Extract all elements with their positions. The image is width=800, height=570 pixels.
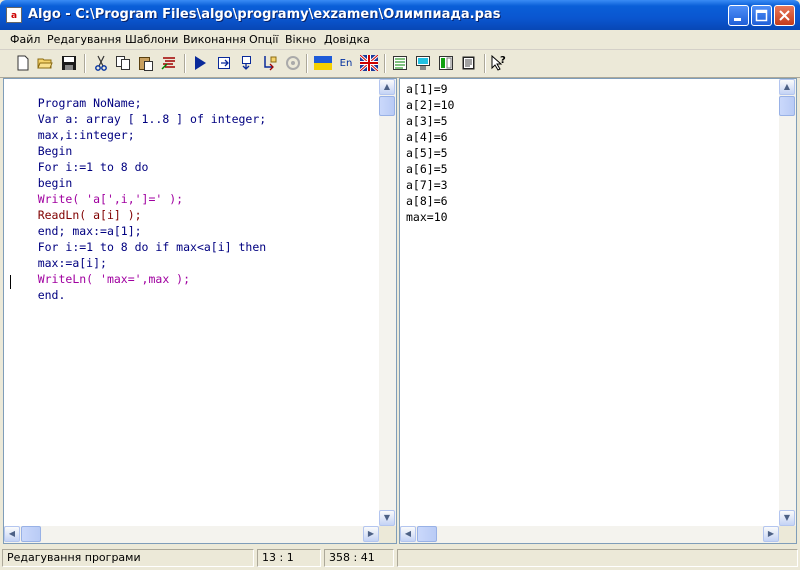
stop-icon[interactable] xyxy=(284,54,302,72)
output-line-4: a[4]=6 xyxy=(406,130,448,144)
save-icon[interactable] xyxy=(60,54,78,72)
window-layout-4-icon[interactable] xyxy=(460,54,478,72)
window-layout-2-icon[interactable] xyxy=(414,54,432,72)
scroll-left-button[interactable]: ◀ xyxy=(400,526,416,542)
menu-run[interactable]: Виконання xyxy=(183,33,246,46)
ukrainian-flag-icon[interactable] xyxy=(314,54,332,72)
menu-window[interactable]: Вікно xyxy=(285,33,316,46)
new-file-icon[interactable] xyxy=(14,54,32,72)
step-over-icon[interactable] xyxy=(239,54,257,72)
menu-templates[interactable]: Шаблони xyxy=(125,33,178,46)
status-cursor-position: 13 : 1 xyxy=(257,549,321,567)
status-file-size: 358 : 41 xyxy=(324,549,394,567)
trace-icon[interactable] xyxy=(261,54,279,72)
output-line-8: a[8]=6 xyxy=(406,194,448,208)
window-layout-1-icon[interactable] xyxy=(391,54,409,72)
scroll-right-button[interactable]: ▶ xyxy=(763,526,779,542)
menu-options[interactable]: Опції xyxy=(249,33,278,46)
status-empty-panel xyxy=(397,549,798,567)
scroll-left-button[interactable]: ◀ xyxy=(4,526,20,542)
toolbar: En ? xyxy=(0,50,800,78)
code-editor[interactable]: Program NoName; Var a: array [ 1..8 ] of… xyxy=(3,78,397,544)
menu-help[interactable]: Довідка xyxy=(324,33,370,46)
menu-file[interactable]: Файл xyxy=(10,33,40,46)
app-icon[interactable]: a xyxy=(6,7,22,23)
output-line-7: a[7]=3 xyxy=(406,178,448,192)
scroll-down-button[interactable]: ▼ xyxy=(779,510,795,526)
open-folder-icon[interactable] xyxy=(36,54,54,72)
minimize-button[interactable] xyxy=(728,5,749,26)
scroll-thumb[interactable] xyxy=(779,96,795,116)
output-vertical-scrollbar[interactable]: ▲ ▼ xyxy=(779,79,796,526)
maximize-icon xyxy=(755,9,768,22)
minimize-icon xyxy=(734,18,741,21)
code-line-13: end. xyxy=(37,288,66,302)
format-icon[interactable] xyxy=(160,54,178,72)
output-line-2: a[2]=10 xyxy=(406,98,455,112)
scroll-thumb[interactable] xyxy=(21,526,41,542)
output-line-6: a[6]=5 xyxy=(406,162,448,176)
scroll-up-button[interactable]: ▲ xyxy=(779,79,795,95)
scroll-up-button[interactable]: ▲ xyxy=(379,79,395,95)
window-layout-3-icon[interactable] xyxy=(437,54,455,72)
output-horizontal-scrollbar[interactable]: ◀ ▶ xyxy=(400,526,779,543)
paste-icon[interactable] xyxy=(137,54,155,72)
menu-edit[interactable]: Редагування xyxy=(47,33,121,46)
scroll-down-button[interactable]: ▼ xyxy=(379,510,395,526)
help-pointer-icon[interactable]: ? xyxy=(490,54,508,72)
output-line-1: a[1]=9 xyxy=(406,82,448,96)
uk-flag-icon[interactable] xyxy=(360,54,378,72)
output-panel[interactable]: a[1]=9 a[2]=10 a[3]=5 a[4]=6 a[5]=5 a[6]… xyxy=(399,78,797,544)
copy-icon[interactable] xyxy=(114,54,132,72)
editor-vertical-scrollbar[interactable]: ▲ ▼ xyxy=(379,79,396,526)
scroll-corner xyxy=(379,526,396,543)
scroll-right-button[interactable]: ▶ xyxy=(363,526,379,542)
output-line-5: a[5]=5 xyxy=(406,146,448,160)
cut-icon[interactable] xyxy=(92,54,110,72)
close-icon xyxy=(779,10,790,21)
code-line: end. xyxy=(10,274,66,316)
title-bar[interactable]: a Algo - C:\Program Files\algo\programy\… xyxy=(0,0,800,30)
language-label: En xyxy=(339,57,353,69)
menu-bar: Файл Редагування Шаблони Виконання Опції… xyxy=(0,30,800,50)
output-line-9: max=10 xyxy=(406,210,448,224)
maximize-button[interactable] xyxy=(751,5,772,26)
status-mode: Редагування програми xyxy=(2,549,254,567)
scroll-corner xyxy=(779,526,796,543)
scroll-thumb[interactable] xyxy=(379,96,395,116)
svg-text:?: ? xyxy=(500,55,506,66)
step-into-icon[interactable] xyxy=(215,54,233,72)
text-cursor xyxy=(10,275,11,289)
status-bar: Редагування програми 13 : 1 358 : 41 xyxy=(0,546,800,570)
close-button[interactable] xyxy=(774,5,795,26)
scroll-thumb[interactable] xyxy=(417,526,437,542)
editor-horizontal-scrollbar[interactable]: ◀ ▶ xyxy=(4,526,379,543)
english-label-icon[interactable]: En xyxy=(337,54,355,72)
window-title: Algo - C:\Program Files\algo\programy\ex… xyxy=(28,7,501,22)
run-icon[interactable] xyxy=(191,54,209,72)
output-line-3: a[3]=5 xyxy=(406,114,448,128)
